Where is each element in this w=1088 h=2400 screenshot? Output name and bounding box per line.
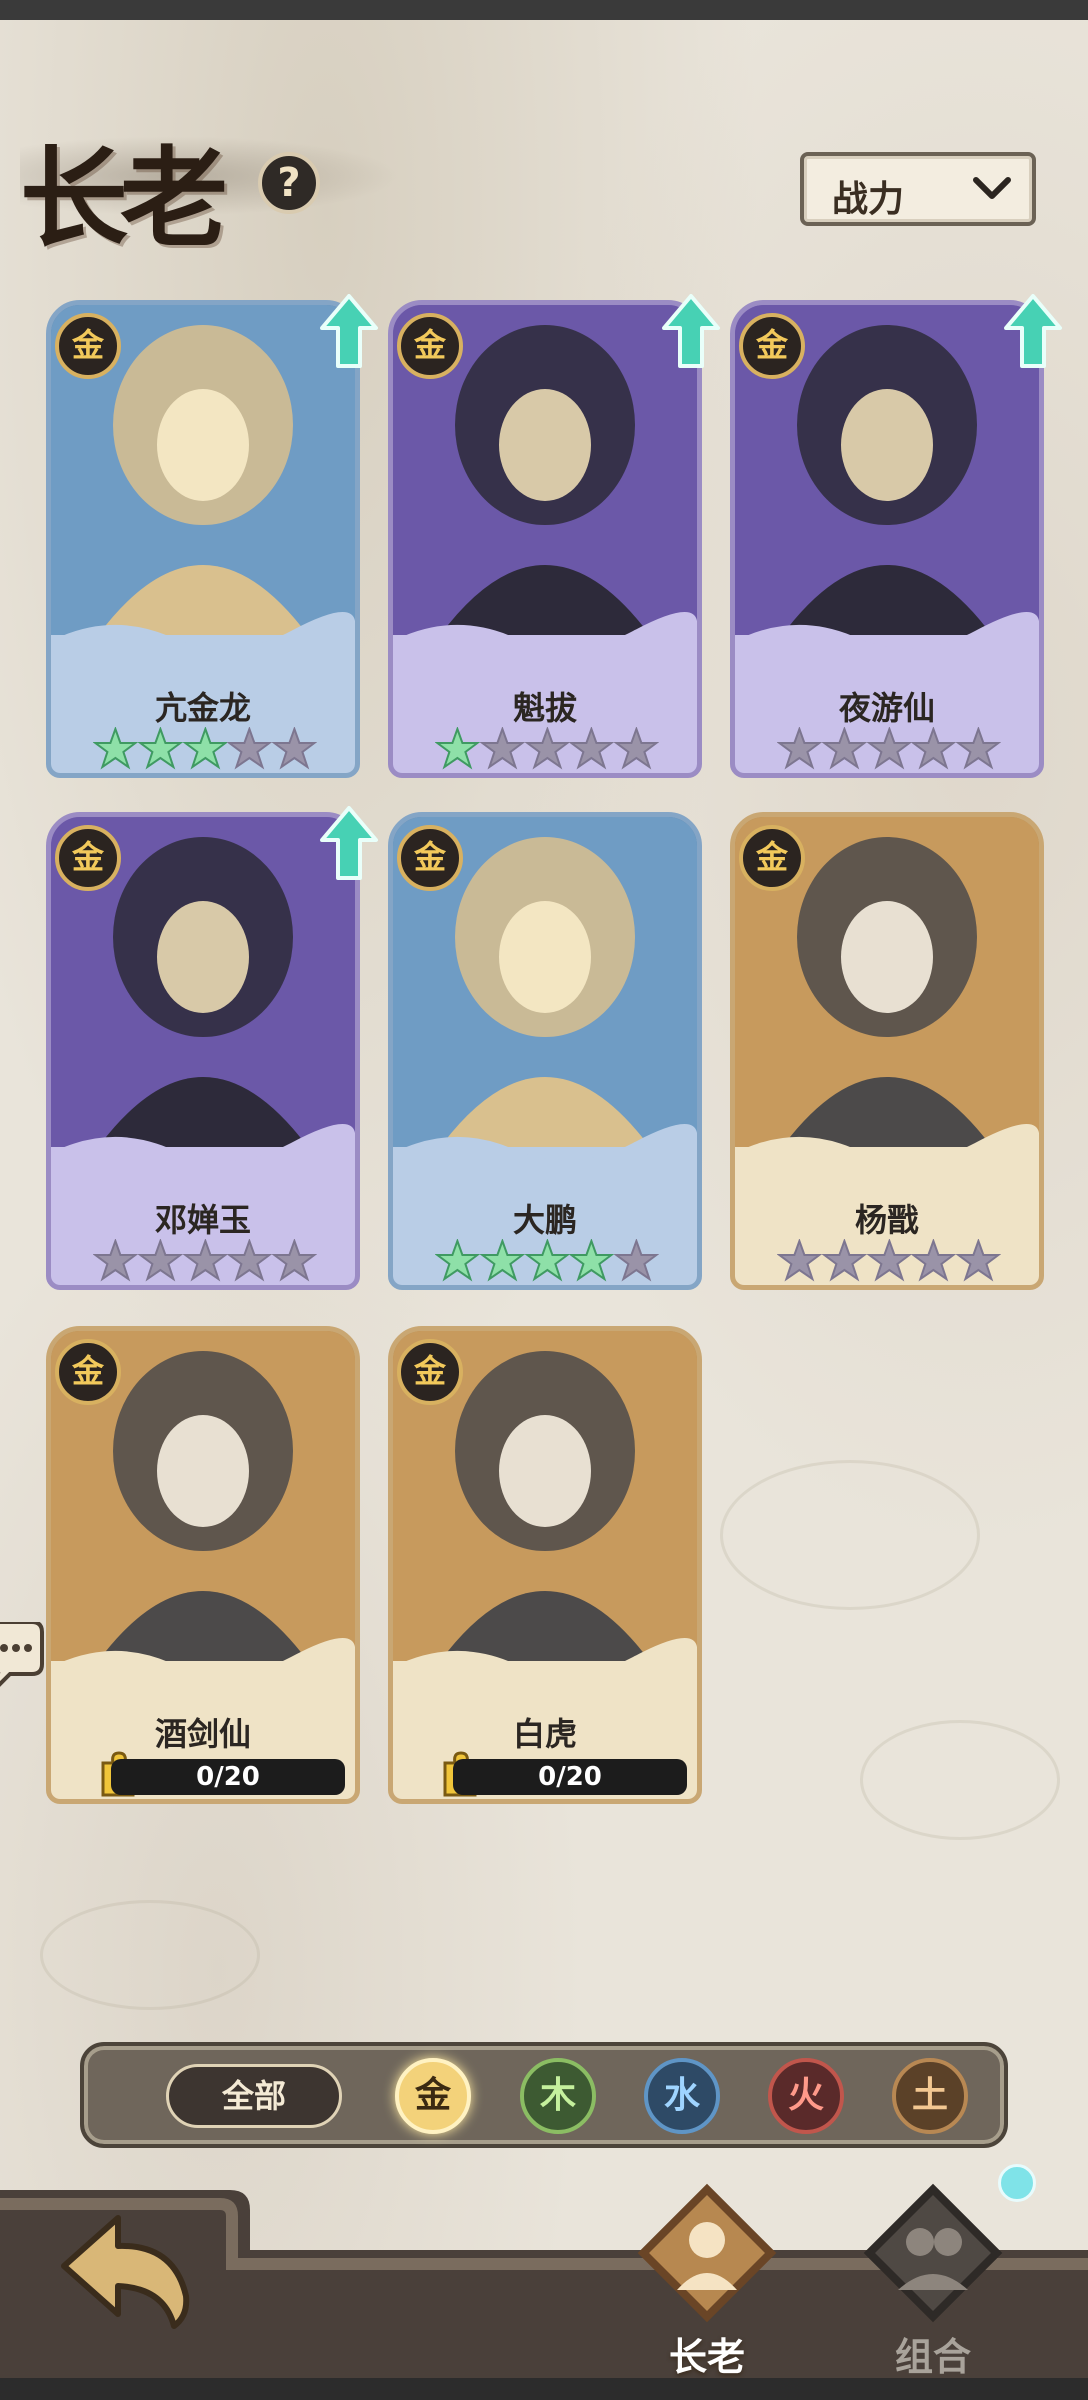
star-empty-icon	[777, 1239, 822, 1282]
elder-card[interactable]: 夜游仙 金	[730, 300, 1044, 778]
elder-card[interactable]: 大鹏 金	[388, 812, 702, 1290]
elder-name: 魁拔	[512, 689, 577, 727]
upgrade-arrow-icon	[662, 294, 720, 368]
star-filled-icon	[182, 727, 228, 770]
star-empty-icon	[821, 727, 867, 770]
element-badge: 金	[397, 825, 463, 891]
star-filled-icon	[435, 1239, 480, 1282]
upgrade-arrow-icon	[320, 806, 378, 880]
elder-card[interactable]: 杨戬 金	[730, 812, 1044, 1290]
filter-wood-button[interactable]: 木	[520, 2058, 596, 2134]
elder-name: 酒剑仙	[154, 1715, 251, 1753]
elder-card[interactable]: 白虎 金 0/20	[388, 1326, 702, 1804]
filter-gold-button[interactable]: 金	[395, 2058, 471, 2134]
star-rating	[777, 1239, 1001, 1283]
fragment-progress: 0/20	[453, 1759, 687, 1795]
star-empty-icon	[182, 1239, 228, 1282]
star-filled-icon	[435, 727, 480, 770]
star-empty-icon	[911, 1239, 957, 1282]
element-badge: 金	[55, 313, 121, 379]
star-rating	[93, 1239, 317, 1283]
elder-name: 大鹏	[512, 1201, 577, 1239]
star-empty-icon	[866, 727, 912, 770]
tab-combos[interactable]: 组合	[848, 2178, 1018, 2379]
filter-water-button[interactable]: 水	[644, 2058, 720, 2134]
element-badge: 金	[55, 1339, 121, 1405]
card-wave-decoration	[393, 1638, 697, 1687]
star-empty-icon	[272, 727, 317, 770]
tab-elders[interactable]: 长老	[622, 2178, 792, 2379]
star-filled-icon	[569, 1239, 615, 1282]
star-rating	[435, 1239, 659, 1283]
card-wave-decoration	[735, 612, 1039, 661]
star-empty-icon	[137, 1239, 183, 1282]
star-filled-icon	[93, 727, 138, 770]
star-rating	[777, 727, 1001, 771]
elder-name: 杨戬	[854, 1201, 919, 1239]
filter-earth-button[interactable]: 土	[892, 2058, 968, 2134]
card-wave-decoration	[51, 612, 355, 661]
star-empty-icon	[911, 727, 957, 770]
page-title: 长老	[20, 136, 228, 262]
notification-badge	[998, 2164, 1036, 2202]
star-empty-icon	[777, 727, 822, 770]
star-empty-icon	[866, 1239, 912, 1282]
elder-card[interactable]: 亢金龙 金	[46, 300, 360, 778]
card-wave-decoration	[51, 1124, 355, 1173]
card-wave-decoration	[51, 1638, 355, 1687]
card-wave-decoration	[735, 1124, 1039, 1173]
bottom-system-bar	[0, 2378, 1088, 2400]
filter-fire-button[interactable]: 火	[768, 2058, 844, 2134]
star-empty-icon	[272, 1239, 317, 1282]
star-empty-icon	[479, 727, 525, 770]
fragment-progress: 0/20	[111, 1759, 345, 1795]
star-empty-icon	[93, 1239, 138, 1282]
combo-tab-icon	[863, 2183, 1003, 2323]
elder-name: 亢金龙	[154, 689, 251, 727]
element-badge: 金	[397, 313, 463, 379]
star-filled-icon	[137, 727, 183, 770]
element-badge: 金	[397, 1339, 463, 1405]
star-empty-icon	[614, 727, 659, 770]
star-filled-icon	[524, 1239, 570, 1282]
star-empty-icon	[956, 1239, 1001, 1282]
element-filter-bar: 全部 金 木 水 火 土	[80, 2042, 1008, 2148]
star-empty-icon	[569, 727, 615, 770]
star-empty-icon	[614, 1239, 659, 1282]
element-badge: 金	[55, 825, 121, 891]
help-icon[interactable]: ?	[258, 152, 320, 214]
status-bar	[0, 0, 1088, 20]
star-empty-icon	[227, 727, 273, 770]
tab-elders-label: 长老	[668, 2335, 745, 2379]
elder-name: 邓婵玉	[154, 1201, 251, 1239]
element-badge: 金	[739, 313, 805, 379]
chat-bubble-icon[interactable]	[0, 1622, 46, 1692]
sort-dropdown[interactable]: 战力	[800, 152, 1036, 226]
page-header: 长老	[20, 112, 420, 262]
star-filled-icon	[479, 1239, 525, 1282]
star-empty-icon	[956, 727, 1001, 770]
star-empty-icon	[524, 727, 570, 770]
card-wave-decoration	[393, 612, 697, 661]
chevron-down-icon	[973, 177, 1011, 199]
elder-name: 夜游仙	[838, 689, 935, 727]
upgrade-arrow-icon	[320, 294, 378, 368]
elder-card[interactable]: 魁拔 金	[388, 300, 702, 778]
tab-combos-label: 组合	[894, 2335, 971, 2379]
elder-card[interactable]: 酒剑仙 金 0/20	[46, 1326, 360, 1804]
elder-name: 白虎	[512, 1715, 577, 1753]
elder-tab-icon	[637, 2183, 777, 2323]
upgrade-arrow-icon	[1004, 294, 1062, 368]
card-wave-decoration	[393, 1124, 697, 1173]
star-rating	[93, 727, 317, 771]
elder-card[interactable]: 邓婵玉 金	[46, 812, 360, 1290]
filter-all-button[interactable]: 全部	[166, 2064, 342, 2128]
star-empty-icon	[821, 1239, 867, 1282]
star-rating	[435, 727, 659, 771]
star-empty-icon	[227, 1239, 273, 1282]
element-badge: 金	[739, 825, 805, 891]
back-arrow-icon[interactable]	[56, 2204, 196, 2334]
sort-selected-label: 战力	[832, 179, 905, 220]
